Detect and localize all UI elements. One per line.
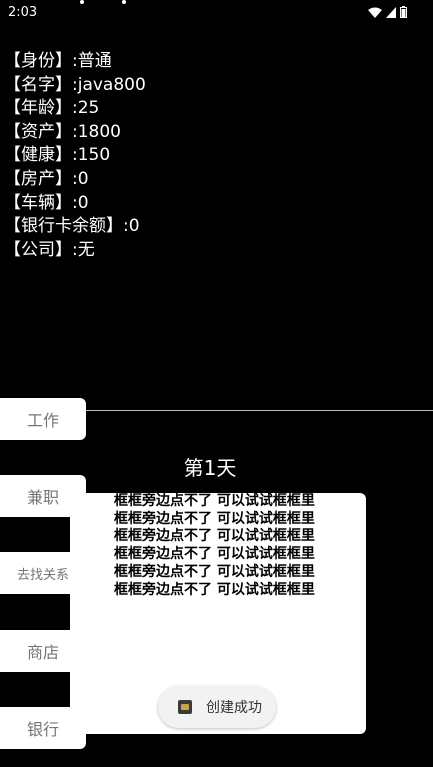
info-assets: 【资产】:1800 <box>4 121 121 142</box>
camera-dot-icon <box>80 0 84 4</box>
signal-icon <box>386 6 396 18</box>
event-log-line: 框框旁边点不了 可以试试框框里 <box>114 546 315 563</box>
day-label: 第1天 <box>183 456 237 480</box>
info-company: 【公司】:无 <box>4 239 95 260</box>
app-icon <box>178 700 192 714</box>
event-log-line: 框框旁边点不了 可以试试框框里 <box>114 510 315 527</box>
info-health: 【健康】:150 <box>4 145 111 166</box>
info-vehicles: 【车辆】:0 <box>4 192 89 213</box>
info-identity: 【身份】:普通 <box>4 51 112 71</box>
event-log-line: 框框旁边点不了 可以试试框框里 <box>114 581 315 598</box>
info-property: 【房产】:0 <box>4 168 89 189</box>
player-info-list: 【身份】:普通 【名字】:java800 【年龄】:25 【资产】:1800 【… <box>4 50 146 262</box>
info-bank-balance: 【银行卡余额】:0 <box>4 216 140 237</box>
info-name: 【名字】:java800 <box>4 74 146 95</box>
wifi-icon <box>368 7 382 18</box>
toast: 创建成功 <box>158 686 276 728</box>
status-time: 2:03 <box>8 5 38 20</box>
info-age: 【年龄】:25 <box>4 98 100 119</box>
event-log-line: 框框旁边点不了 可以试试框框里 <box>114 528 315 545</box>
event-log-line: 框框旁边点不了 可以试试框框里 <box>114 493 315 509</box>
status-icons <box>368 6 407 18</box>
status-bar: 2:03 <box>0 0 433 28</box>
battery-icon <box>400 6 407 18</box>
toast-text: 创建成功 <box>206 700 262 716</box>
event-log-line: 框框旁边点不了 可以试试框框里 <box>114 563 315 580</box>
work-button[interactable]: 工作 <box>0 398 86 440</box>
event-log-list: 框框旁边点不了 可以试试框框里 框框旁边点不了 可以试试框框里 框框旁边点不了 … <box>114 493 315 599</box>
camera-dot-icon <box>122 0 126 4</box>
